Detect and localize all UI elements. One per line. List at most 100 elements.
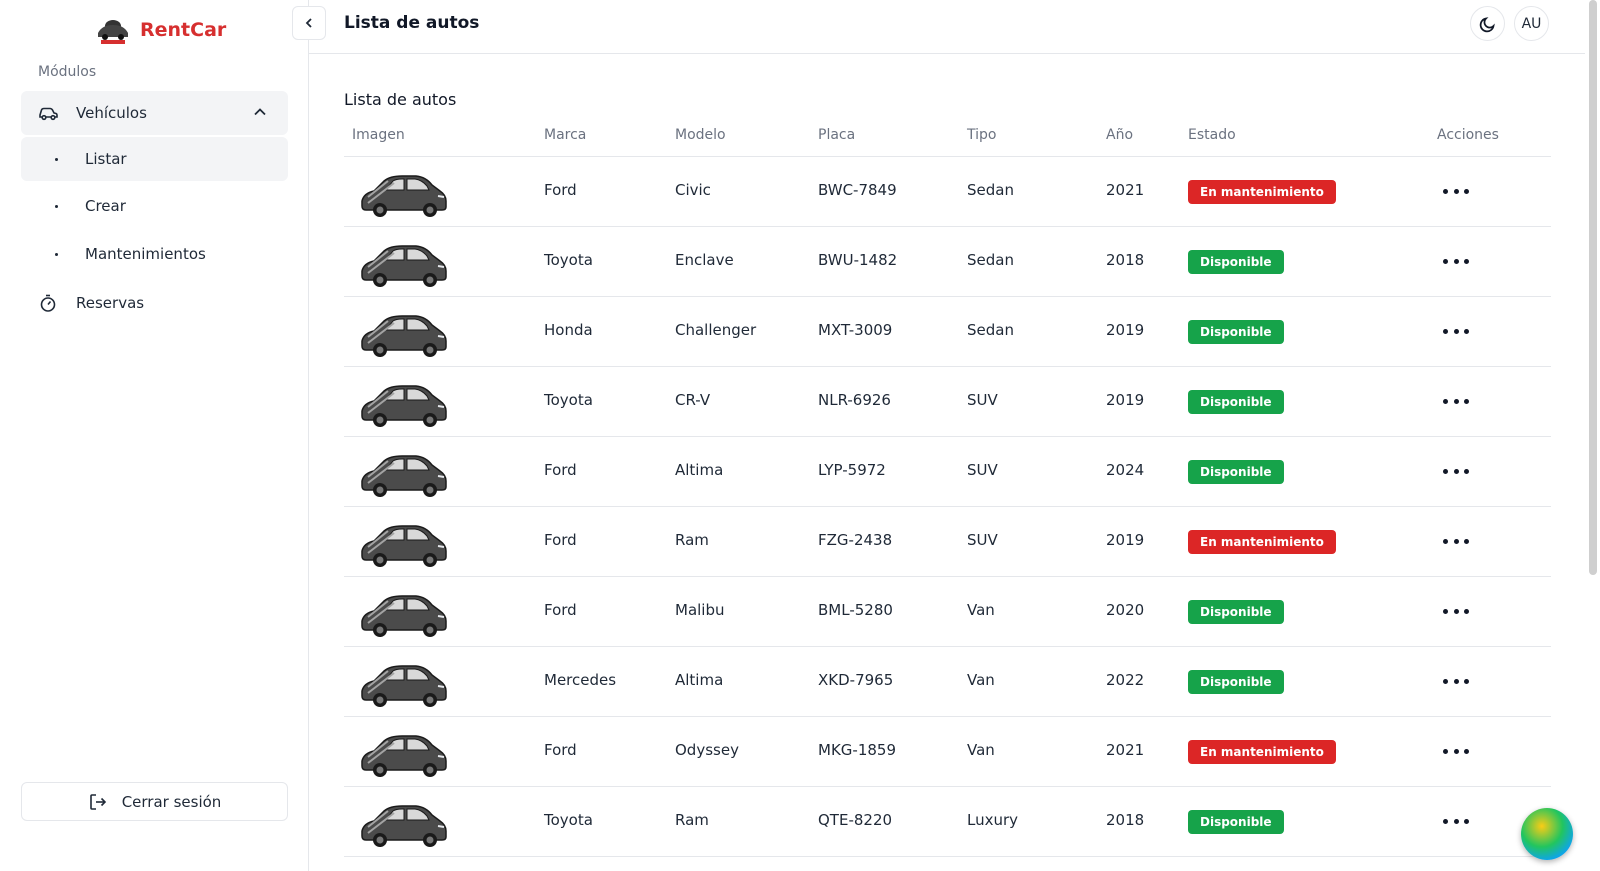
cell-anio: 2018 (1106, 811, 1145, 829)
dot-icon (1443, 468, 1448, 474)
dot-icon (1443, 328, 1448, 334)
avatar[interactable]: AU (1514, 6, 1549, 41)
status-badge: Disponible (1188, 810, 1284, 834)
bullet-icon (55, 252, 58, 256)
chevron-up-icon (254, 108, 266, 116)
cell-modelo: Civic (675, 181, 711, 199)
car-image (361, 805, 447, 847)
cell-anio: 2021 (1106, 741, 1145, 759)
logout-icon (89, 793, 106, 810)
column-header-marca: Marca (544, 127, 587, 143)
cell-modelo: Altima (675, 671, 724, 689)
collapse-sidebar-button[interactable] (292, 6, 326, 40)
status-badge: Disponible (1188, 600, 1284, 624)
sidebar-item-vehiculos[interactable]: Vehículos (21, 91, 288, 135)
header-divider (309, 53, 1585, 54)
dot-icon (1443, 678, 1448, 684)
more-actions-button[interactable] (1443, 741, 1469, 761)
column-header-estado: Estado (1188, 127, 1236, 143)
column-header-acciones: Acciones (1437, 127, 1499, 143)
cell-tipo: Van (967, 741, 995, 759)
more-actions-button[interactable] (1443, 181, 1469, 201)
cell-marca: Mercedes (544, 671, 617, 689)
sidebar-item-label: Crear (85, 197, 126, 215)
cell-placa: XKD-7965 (818, 671, 894, 689)
status-badge: Disponible (1188, 390, 1284, 414)
cell-modelo: Enclave (675, 251, 734, 269)
dot-icon (1443, 188, 1448, 194)
dot-icon (1453, 748, 1459, 754)
cell-anio: 2022 (1106, 671, 1145, 689)
cell-marca: Ford (544, 461, 577, 479)
column-header-tipo: Tipo (967, 127, 997, 143)
sidebar: RentCar Módulos Vehículos Listar Crear M… (0, 0, 309, 871)
dot-icon (1453, 258, 1459, 264)
sidebar-item-listar[interactable]: Listar (21, 137, 288, 181)
car-image (361, 665, 447, 707)
cell-placa: BWU-1482 (818, 251, 898, 269)
dot-icon (1453, 188, 1459, 194)
cell-placa: MXT-3009 (818, 321, 893, 339)
cell-marca: Honda (544, 321, 593, 339)
section-title: Lista de autos (344, 90, 457, 109)
dot-icon (1464, 818, 1469, 824)
table-row: Ford Malibu BML-5280 Van 2020 Disponible (344, 577, 1551, 647)
cell-marca: Ford (544, 181, 577, 199)
column-header-placa: Placa (818, 127, 856, 143)
cell-anio: 2021 (1106, 181, 1145, 199)
more-actions-button[interactable] (1443, 391, 1469, 411)
cell-placa: LYP-5972 (818, 461, 886, 479)
more-actions-button[interactable] (1443, 671, 1469, 691)
dot-icon (1443, 748, 1448, 754)
cell-modelo: Ram (675, 531, 709, 549)
cell-placa: QTE-8220 (818, 811, 893, 829)
sidebar-item-mantenimientos[interactable]: Mantenimientos (21, 232, 288, 276)
more-actions-button[interactable] (1443, 461, 1469, 481)
more-actions-button[interactable] (1443, 601, 1469, 621)
cell-marca: Toyota (544, 251, 593, 269)
dot-icon (1453, 678, 1459, 684)
dot-icon (1464, 678, 1469, 684)
cell-tipo: Van (967, 601, 995, 619)
scrollbar-thumb[interactable] (1589, 0, 1597, 575)
timer-icon (40, 294, 56, 312)
car-image (361, 385, 447, 427)
more-actions-button[interactable] (1443, 811, 1469, 831)
bullet-icon (55, 204, 58, 208)
more-actions-button[interactable] (1443, 251, 1469, 271)
floating-assistant-button[interactable] (1521, 808, 1573, 860)
table-row: Honda Challenger MXT-3009 Sedan 2019 Disponib… (344, 297, 1551, 367)
status-badge: Disponible (1188, 320, 1284, 344)
car-image (361, 175, 447, 217)
status-badge: Disponible (1188, 250, 1284, 274)
modules-label: Módulos (38, 64, 97, 80)
more-actions-button[interactable] (1443, 531, 1469, 551)
scrollbar[interactable] (1585, 0, 1600, 871)
cell-placa: BWC-7849 (818, 181, 897, 199)
dot-icon (1443, 538, 1448, 544)
cell-marca: Toyota (544, 391, 593, 409)
sidebar-item-reservas[interactable]: Reservas (21, 281, 288, 325)
cell-modelo: Altima (675, 461, 724, 479)
table-row: Toyota Enclave BWU-1482 Sedan 2018 Disponible (344, 227, 1551, 297)
cell-modelo: Ram (675, 811, 709, 829)
brand[interactable]: RentCar (96, 14, 226, 46)
dot-icon (1464, 258, 1469, 264)
cell-modelo: Odyssey (675, 741, 739, 759)
cell-anio: 2024 (1106, 461, 1145, 479)
cell-anio: 2020 (1106, 601, 1145, 619)
dot-icon (1464, 748, 1469, 754)
theme-toggle-button[interactable] (1470, 6, 1505, 41)
moon-icon (1479, 16, 1495, 32)
table-body: Ford Civic BWC-7849 Sedan 2021 En mantenimien… (344, 157, 1551, 857)
sidebar-item-label: Reservas (76, 294, 145, 312)
sidebar-item-crear[interactable]: Crear (21, 184, 288, 228)
sidebar-item-label: Listar (85, 150, 127, 168)
logout-button[interactable]: Cerrar sesión (21, 782, 288, 821)
more-actions-button[interactable] (1443, 321, 1469, 341)
cell-tipo: SUV (967, 461, 998, 479)
cell-placa: FZG-2438 (818, 531, 893, 549)
dot-icon (1453, 538, 1459, 544)
dot-icon (1443, 258, 1448, 264)
cell-modelo: CR-V (675, 391, 711, 409)
